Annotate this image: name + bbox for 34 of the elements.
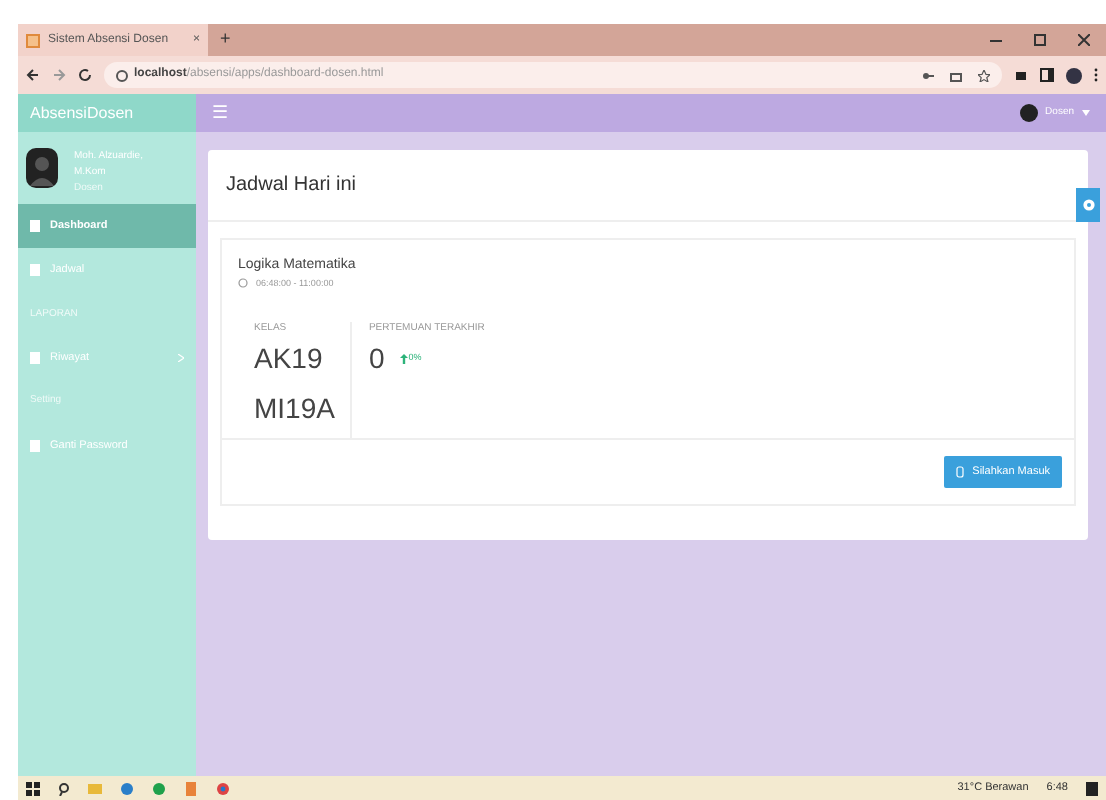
caret-icon xyxy=(1082,110,1090,116)
maximize-icon[interactable] xyxy=(1034,34,1046,46)
menu-item-icon xyxy=(30,352,40,365)
brand-name[interactable]: AbsensiDosen xyxy=(30,101,134,125)
menu-item-icon xyxy=(30,439,40,452)
sidepanel-icon[interactable] xyxy=(1040,68,1054,82)
settings-icon xyxy=(1081,198,1095,212)
settings-button[interactable] xyxy=(1076,188,1100,222)
info-icon xyxy=(116,69,128,81)
clock-icon xyxy=(238,278,248,289)
close-icon[interactable] xyxy=(1078,34,1090,46)
menu-button[interactable]: ☰ xyxy=(212,99,228,127)
app-icon[interactable] xyxy=(120,781,134,795)
profile-avatar-icon[interactable] xyxy=(1066,67,1082,83)
new-tab-button[interactable]: + xyxy=(220,26,231,54)
minimize-icon[interactable] xyxy=(990,34,1002,46)
page-icon xyxy=(26,33,40,47)
class-name: MI19A xyxy=(254,389,335,428)
class-name: AK19 xyxy=(254,339,325,378)
browser-icon[interactable] xyxy=(216,781,230,795)
key-icon[interactable] xyxy=(922,69,934,81)
star-icon[interactable] xyxy=(978,69,990,81)
user-avatar-icon xyxy=(1019,104,1038,122)
menu-item-icon xyxy=(30,264,40,277)
phone-icon xyxy=(956,465,965,478)
windows-icon[interactable] xyxy=(26,781,40,795)
share-icon[interactable] xyxy=(950,69,962,81)
search-icon[interactable] xyxy=(58,781,70,795)
app-icon[interactable] xyxy=(152,781,166,795)
back-icon[interactable] xyxy=(26,68,40,82)
menu-item-icon xyxy=(30,220,40,233)
user-avatar-icon xyxy=(26,148,58,188)
reload-icon[interactable] xyxy=(78,68,92,82)
meeting-count: 0 xyxy=(368,339,385,378)
